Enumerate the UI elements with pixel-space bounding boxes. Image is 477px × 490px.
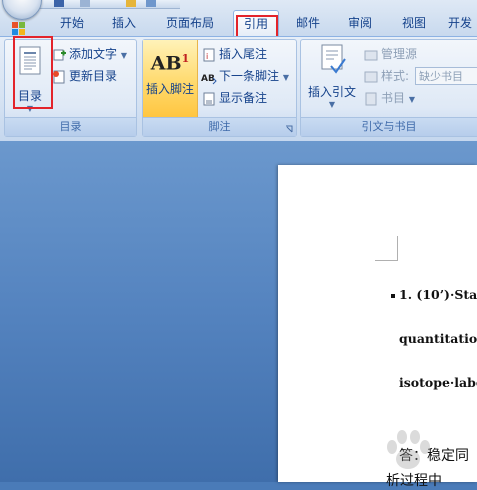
question-line-1: 1. (10’)·Stab [399,287,477,302]
bibliography-label: 书目 [381,91,406,105]
add-text-label: 添加文字 [69,47,118,61]
office-logo-icon [12,22,25,35]
citations-group: 插入引文 ▼ 管理源 样式: 缺少书目 书目 ▼ 引文与书目 [300,39,477,137]
manage-sources-button[interactable]: 管理源 [363,44,417,64]
toc-group: 目录 ▼ 添加文字 ▼ 更新目录 目录 [4,39,137,137]
update-toc-button[interactable]: 更新目录 [51,66,117,86]
tab-view[interactable]: 视图 [394,10,434,36]
chevron-down-icon: ▼ [328,100,336,109]
tab-developer[interactable]: 开发 [448,10,477,36]
toc-button-label: 目录 [17,89,42,103]
office-button[interactable] [2,0,42,20]
manage-sources-icon [364,50,378,60]
tab-insert[interactable]: 插入 [104,10,144,36]
update-toc-label: 更新目录 [69,69,118,83]
tab-home[interactable]: 开始 [52,10,92,36]
next-footnote-icon: AB [201,74,217,84]
tab-review[interactable]: 审阅 [340,10,380,36]
table-of-contents-icon [19,46,41,75]
quick-access-toolbar [40,0,180,9]
bibliography-icon [365,92,377,105]
style-label: 样式: [381,69,410,83]
bibliography-button[interactable]: 书目 ▼ [363,88,415,108]
show-notes-icon [203,92,215,105]
ribbon-tab-strip: 开始 插入 页面布局 引用 邮件 审阅 视图 开发 [0,0,477,37]
style-icon [364,71,378,82]
footnote-icon-superscript: 1 [181,52,190,65]
undo-icon[interactable] [54,0,64,7]
insert-endnote-icon: i [203,48,215,61]
insert-footnote-label: 插入脚注 [145,82,194,97]
add-text-button[interactable]: 添加文字 ▼ [51,44,127,64]
redo-icon[interactable] [80,0,90,7]
chevron-down-icon: ▼ [120,51,127,60]
show-notes-button[interactable]: 显示备注 [201,88,267,108]
svg-text:i: i [206,52,208,61]
style-selector: 样式: [363,66,409,86]
footnotes-group-label: 脚注 [143,117,296,136]
footnotes-group: AB1 插入脚注 i 插入尾注 AB 下一条脚注 ▼ 显示备注 脚注 [142,39,297,137]
question-line-3: isotope·label [399,375,477,390]
toc-button[interactable]: 目录 ▼ [11,44,49,113]
save-icon[interactable] [146,0,156,7]
footnote-icon-text: AB [150,52,182,75]
folder-icon[interactable] [126,0,136,7]
chevron-down-icon: ▼ [282,73,289,82]
insert-citation-icon [321,44,346,74]
baidu-paw-watermark-icon [387,430,430,469]
margin-corner-mark [375,236,398,261]
toc-group-label: 目录 [5,117,136,136]
svg-text:AB: AB [201,74,215,84]
insert-footnote-button[interactable]: AB1 插入脚注 [143,40,198,120]
footnote-ab1-icon: AB1 [143,52,197,74]
show-notes-label: 显示备注 [219,91,268,105]
citations-group-label: 引文与书目 [301,117,477,136]
insert-citation-button[interactable]: 插入引文 ▼ [305,44,359,120]
paragraph-mark-icon [391,294,395,298]
next-footnote-button[interactable]: AB 下一条脚注 ▼ [201,66,289,86]
style-dropdown[interactable]: 缺少书目 [415,67,477,85]
dialog-launcher-icon[interactable] [285,125,293,133]
add-text-icon [53,49,66,60]
question-line-2: quantitation [399,331,477,346]
update-table-icon [53,70,65,83]
chevron-down-icon: ▼ [26,104,34,113]
tab-references[interactable]: 引用 [233,10,279,37]
tab-mailings[interactable]: 邮件 [288,10,328,36]
insert-endnote-button[interactable]: i 插入尾注 [201,44,267,64]
tab-page-layout[interactable]: 页面布局 [158,10,222,36]
next-footnote-label: 下一条脚注 [219,69,280,83]
insert-citation-label: 插入引文 [307,85,356,99]
ribbon: 目录 ▼ 添加文字 ▼ 更新目录 目录 AB1 插入脚注 i 插入尾注 AB 下一条… [0,36,477,142]
insert-endnote-label: 插入尾注 [219,47,268,61]
chevron-down-icon: ▼ [408,95,415,104]
manage-sources-label: 管理源 [381,47,418,61]
